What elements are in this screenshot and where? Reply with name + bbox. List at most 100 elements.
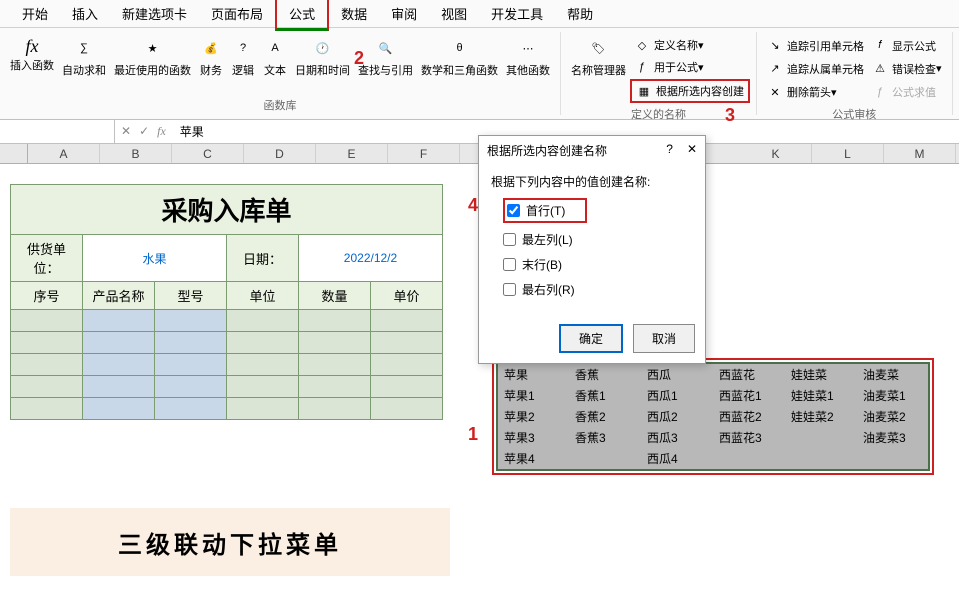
cancel-icon[interactable]: ✕ <box>121 124 131 139</box>
tab-review[interactable]: 审阅 <box>379 0 429 28</box>
bottom-row-checkbox[interactable] <box>503 258 516 271</box>
data-cell[interactable]: 娃娃菜2 <box>785 406 857 427</box>
cell[interactable] <box>155 376 227 398</box>
data-cell[interactable]: 苹果4 <box>497 448 569 470</box>
cell[interactable] <box>227 354 299 376</box>
data-cell[interactable]: 西蓝花2 <box>713 406 785 427</box>
data-cell[interactable] <box>569 448 641 470</box>
math-button[interactable]: θ 数学和三角函数 <box>417 34 502 80</box>
data-cell[interactable]: 苹果2 <box>497 406 569 427</box>
data-cell[interactable]: 西瓜4 <box>641 448 713 470</box>
trace-precedents-button[interactable]: ↘ 追踪引用单元格 <box>763 36 868 56</box>
data-cell[interactable] <box>785 427 857 448</box>
data-cell[interactable]: 西瓜1 <box>641 385 713 406</box>
data-cell[interactable]: 香蕉3 <box>569 427 641 448</box>
hdr-cell[interactable]: 香蕉 <box>569 363 641 385</box>
data-cell[interactable] <box>785 448 857 470</box>
col-header[interactable]: A <box>28 144 100 163</box>
logical-button[interactable]: ? 逻辑 <box>227 34 259 80</box>
error-check-button[interactable]: ⚠ 错误检查 ▾ <box>868 59 946 79</box>
insert-function-button[interactable]: fx 插入函数 <box>6 34 58 75</box>
cell[interactable] <box>83 376 155 398</box>
cell[interactable] <box>299 354 371 376</box>
cancel-button[interactable]: 取消 <box>633 324 695 353</box>
cell[interactable] <box>299 332 371 354</box>
cell[interactable] <box>83 398 155 420</box>
data-cell[interactable]: 西蓝花3 <box>713 427 785 448</box>
data-cell[interactable]: 西瓜2 <box>641 406 713 427</box>
hdr-cell[interactable]: 苹果 <box>497 363 569 385</box>
opt-right-col[interactable]: 最右列(R) <box>522 281 575 298</box>
tab-developer[interactable]: 开发工具 <box>479 0 555 28</box>
create-from-selection-button[interactable]: ▦ 根据所选内容创建 <box>630 79 750 103</box>
tab-view[interactable]: 视图 <box>429 0 479 28</box>
col-header[interactable]: F <box>388 144 460 163</box>
supplier-value[interactable]: 水果 <box>83 235 227 282</box>
cell[interactable] <box>83 354 155 376</box>
data-cell[interactable]: 苹果3 <box>497 427 569 448</box>
name-manager-button[interactable]: 🏷 名称管理器 <box>567 34 630 80</box>
text-button[interactable]: A 文本 <box>259 34 291 80</box>
cell[interactable] <box>11 332 83 354</box>
autosum-button[interactable]: ∑ 自动求和 <box>58 34 110 80</box>
hdr-cell[interactable]: 油麦菜 <box>857 363 929 385</box>
hdr-cell[interactable]: 西蓝花 <box>713 363 785 385</box>
confirm-icon[interactable]: ✓ <box>139 124 149 139</box>
tab-formulas[interactable]: 公式 <box>275 0 329 31</box>
left-col-checkbox[interactable] <box>503 233 516 246</box>
data-cell[interactable]: 油麦菜2 <box>857 406 929 427</box>
cell[interactable] <box>11 310 83 332</box>
data-cell[interactable]: 香蕉1 <box>569 385 641 406</box>
cell[interactable] <box>11 376 83 398</box>
cell[interactable] <box>299 376 371 398</box>
cell[interactable] <box>371 354 443 376</box>
col-header[interactable]: K <box>740 144 812 163</box>
trace-dependents-button[interactable]: ↗ 追踪从属单元格 <box>763 59 868 79</box>
cell[interactable] <box>371 398 443 420</box>
col-header[interactable]: B <box>100 144 172 163</box>
cell[interactable] <box>11 354 83 376</box>
col-header[interactable]: E <box>316 144 388 163</box>
data-cell[interactable]: 苹果1 <box>497 385 569 406</box>
cell[interactable] <box>299 310 371 332</box>
more-functions-button[interactable]: ⋯ 其他函数 <box>502 34 554 80</box>
select-all-corner[interactable] <box>0 144 28 163</box>
data-cell[interactable]: 西蓝花1 <box>713 385 785 406</box>
data-cell[interactable] <box>713 448 785 470</box>
cell[interactable] <box>227 398 299 420</box>
opt-bottom-row[interactable]: 末行(B) <box>522 256 562 273</box>
col-header[interactable]: M <box>884 144 956 163</box>
fx-icon[interactable]: fx <box>157 124 166 139</box>
source-data-table[interactable]: 苹果 香蕉 西瓜 西蓝花 娃娃菜 油麦菜 苹果1 香蕉1 西瓜1 西蓝花1 娃娃… <box>496 362 930 471</box>
datetime-button[interactable]: 🕐 日期和时间 <box>291 34 354 80</box>
tab-home[interactable]: 开始 <box>10 0 60 28</box>
evaluate-button[interactable]: ƒ 公式求值 <box>868 82 946 102</box>
opt-left-col[interactable]: 最左列(L) <box>522 231 573 248</box>
cell[interactable] <box>11 398 83 420</box>
col-header[interactable]: C <box>172 144 244 163</box>
cell[interactable] <box>83 332 155 354</box>
close-icon[interactable]: ✕ <box>687 142 697 159</box>
recent-functions-button[interactable]: ★ 最近使用的函数 <box>110 34 195 80</box>
data-cell[interactable]: 娃娃菜1 <box>785 385 857 406</box>
cell[interactable] <box>371 310 443 332</box>
tab-layout[interactable]: 页面布局 <box>199 0 275 28</box>
cell[interactable] <box>227 376 299 398</box>
define-name-button[interactable]: ◇ 定义名称 ▾ <box>630 35 750 55</box>
cell[interactable] <box>371 376 443 398</box>
data-cell[interactable]: 油麦菜1 <box>857 385 929 406</box>
name-box[interactable] <box>0 120 115 143</box>
cell[interactable] <box>371 332 443 354</box>
tab-data[interactable]: 数据 <box>329 0 379 28</box>
financial-button[interactable]: 💰 财务 <box>195 34 227 80</box>
cell[interactable] <box>227 332 299 354</box>
cell[interactable] <box>155 332 227 354</box>
cell[interactable] <box>299 398 371 420</box>
cell[interactable] <box>83 310 155 332</box>
data-cell[interactable]: 西瓜3 <box>641 427 713 448</box>
right-col-checkbox[interactable] <box>503 283 516 296</box>
col-header[interactable]: L <box>812 144 884 163</box>
ok-button[interactable]: 确定 <box>559 324 623 353</box>
tab-new[interactable]: 新建选项卡 <box>110 0 199 28</box>
data-cell[interactable]: 香蕉2 <box>569 406 641 427</box>
